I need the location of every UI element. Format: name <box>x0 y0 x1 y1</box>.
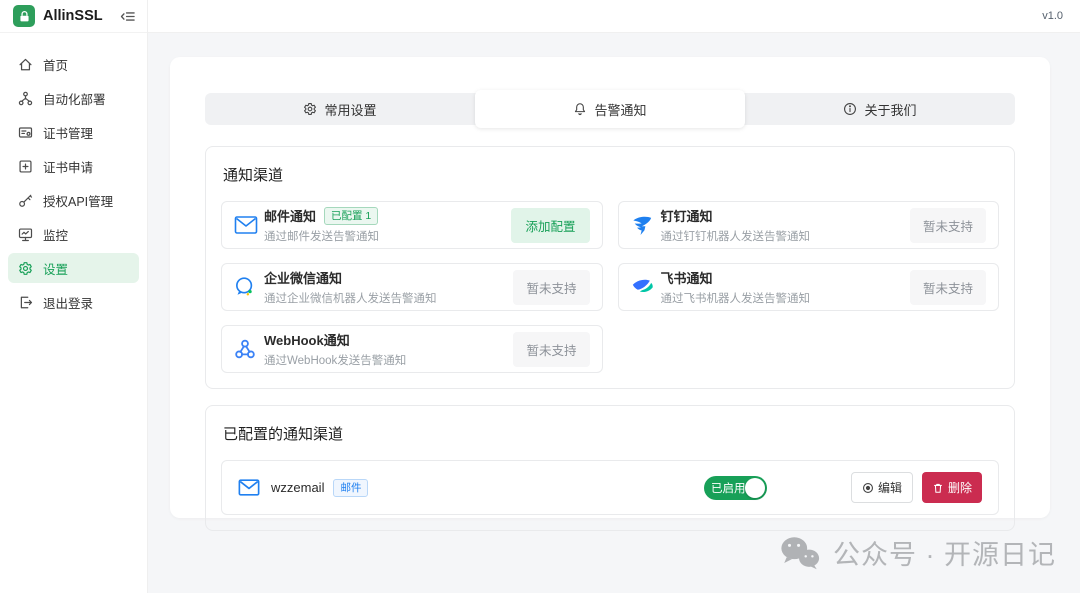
tab-alert-notify[interactable]: 告警通知 <box>475 90 745 128</box>
channel-type-badge: 邮件 <box>333 478 369 497</box>
sidebar-item-label: 自动化部署 <box>43 92 106 107</box>
tab-about-us[interactable]: 关于我们 <box>745 93 1015 125</box>
sidebar-item-auto-deploy[interactable]: 自动化部署 <box>8 83 139 113</box>
tab-label: 告警通知 <box>594 102 647 118</box>
sidebar-item-monitor[interactable]: 监控 <box>8 219 139 249</box>
tab-label: 关于我们 <box>864 102 917 118</box>
home-icon <box>18 57 33 72</box>
feishu-icon <box>631 276 661 298</box>
channel-card-dingtalk: 钉钉通知 通过钉钉机器人发送告警通知 暂未支持 <box>617 201 999 249</box>
apply-icon <box>18 159 33 174</box>
collapse-sidebar-icon[interactable] <box>120 9 135 24</box>
gear-icon <box>303 102 317 116</box>
channels-section-title: 通知渠道 <box>223 167 284 184</box>
channel-desc: 通过WebHook发送告警通知 <box>264 355 407 367</box>
sidebar-item-label: 退出登录 <box>43 296 94 311</box>
channel-name: 飞书通知 <box>660 271 713 286</box>
top-bar: v1.0 <box>148 0 1080 33</box>
channel-name: 企业微信通知 <box>264 271 343 286</box>
watermark: 公众号 · 开源日记 <box>779 533 1056 572</box>
channel-desc: 通过邮件发送告警通知 <box>264 231 379 243</box>
sidebar-item-settings[interactable]: 设置 <box>8 253 139 283</box>
channel-desc: 通过钉钉机器人发送告警通知 <box>660 231 811 243</box>
wechat-icon <box>779 535 821 570</box>
channel-name: 钉钉通知 <box>660 209 713 224</box>
sidebar-item-label: 首页 <box>43 58 69 73</box>
config-name: wzzemail <box>271 480 325 495</box>
configured-section-title: 已配置的通知渠道 <box>223 426 344 443</box>
logo-row: AllinSSL <box>0 0 147 33</box>
not-supported-button: 暂未支持 <box>909 269 986 305</box>
not-supported-button: 暂未支持 <box>513 331 590 367</box>
delete-button[interactable]: 删除 <box>921 472 982 503</box>
sidebar-item-logout[interactable]: 退出登录 <box>8 287 139 317</box>
edit-icon <box>862 482 874 494</box>
sidebar-item-cert-manage[interactable]: 证书管理 <box>8 117 139 147</box>
toggle-label: 已启用 <box>710 482 746 495</box>
main-area: v1.0 常用设置 告警通知 关于我们 通知渠道 邮件通知 已配置 1 通过邮件… <box>148 0 1080 593</box>
configured-channel-row: wzzemail 邮件 已启用 编辑 删除 <box>221 460 999 515</box>
settings-icon <box>18 261 33 276</box>
configured-count-badge: 已配置 1 <box>324 206 379 225</box>
certificate-icon <box>18 125 33 140</box>
app-title: AllinSSL <box>43 8 103 24</box>
sidebar-item-label: 监控 <box>43 228 69 243</box>
channel-card-webhook: WebHook通知 通过WebHook发送告警通知 暂未支持 <box>221 325 603 373</box>
toggle-knob <box>744 477 765 498</box>
not-supported-button: 暂未支持 <box>513 269 590 305</box>
sidebar-item-label: 授权API管理 <box>43 194 114 209</box>
email-icon <box>234 215 264 235</box>
sidebar-item-label: 证书管理 <box>43 126 94 141</box>
lock-icon <box>19 10 29 21</box>
channel-card-wecom: 企业微信通知 通过企业微信机器人发送告警通知 暂未支持 <box>221 263 603 311</box>
channel-card-email: 邮件通知 已配置 1 通过邮件发送告警通知 添加配置 <box>221 201 603 249</box>
tab-label: 常用设置 <box>324 102 377 118</box>
wecom-icon <box>234 276 264 298</box>
channel-name: 邮件通知 <box>264 209 317 224</box>
sidebar-menu: 首页 自动化部署 证书管理 证书申请 授权API管理 监控 设置 退出登录 <box>0 33 147 321</box>
monitor-icon <box>18 227 33 242</box>
app-logo <box>13 5 35 27</box>
deploy-icon <box>18 91 33 106</box>
watermark-text: 公众号 · 开源日记 <box>833 540 1056 570</box>
channel-desc: 通过企业微信机器人发送告警通知 <box>264 293 437 305</box>
channel-grid: 邮件通知 已配置 1 通过邮件发送告警通知 添加配置 钉钉通知 通过钉钉机器人发… <box>221 201 999 373</box>
sidebar: AllinSSL 首页 自动化部署 证书管理 证书申请 授权API管理 监控 设… <box>0 0 148 593</box>
configured-section: 已配置的通知渠道 wzzemail 邮件 已启用 编辑 删除 <box>205 405 1015 531</box>
app-window: AllinSSL 首页 自动化部署 证书管理 证书申请 授权API管理 监控 设… <box>0 0 1080 593</box>
settings-tabs: 常用设置 告警通知 关于我们 <box>205 90 1015 128</box>
channel-card-feishu: 飞书通知 通过飞书机器人发送告警通知 暂未支持 <box>617 263 999 311</box>
edit-button[interactable]: 编辑 <box>850 472 913 503</box>
version-label: v1.0 <box>1042 10 1063 22</box>
channels-section: 通知渠道 邮件通知 已配置 1 通过邮件发送告警通知 添加配置 钉钉通知 通过钉… <box>205 146 1015 389</box>
logout-icon <box>18 295 33 310</box>
info-icon <box>843 102 857 116</box>
sidebar-item-home[interactable]: 首页 <box>8 49 139 79</box>
not-supported-button: 暂未支持 <box>909 207 986 243</box>
channel-name: WebHook通知 <box>264 333 350 348</box>
channel-desc: 通过飞书机器人发送告警通知 <box>660 293 811 305</box>
dingtalk-icon <box>631 214 661 236</box>
tab-common-settings[interactable]: 常用设置 <box>205 93 475 125</box>
enabled-toggle[interactable]: 已启用 <box>703 475 767 500</box>
sidebar-item-cert-apply[interactable]: 证书申请 <box>8 151 139 181</box>
trash-icon <box>932 482 944 494</box>
settings-card: 常用设置 告警通知 关于我们 通知渠道 邮件通知 已配置 1 通过邮件发送告警通… <box>170 57 1050 531</box>
api-key-icon <box>18 193 33 208</box>
email-icon <box>238 478 260 497</box>
sidebar-item-label: 设置 <box>43 262 69 277</box>
bell-icon <box>573 102 587 116</box>
webhook-icon <box>234 338 264 360</box>
sidebar-item-label: 证书申请 <box>43 160 94 175</box>
sidebar-item-api-manage[interactable]: 授权API管理 <box>8 185 139 215</box>
add-config-button[interactable]: 添加配置 <box>511 207 590 243</box>
